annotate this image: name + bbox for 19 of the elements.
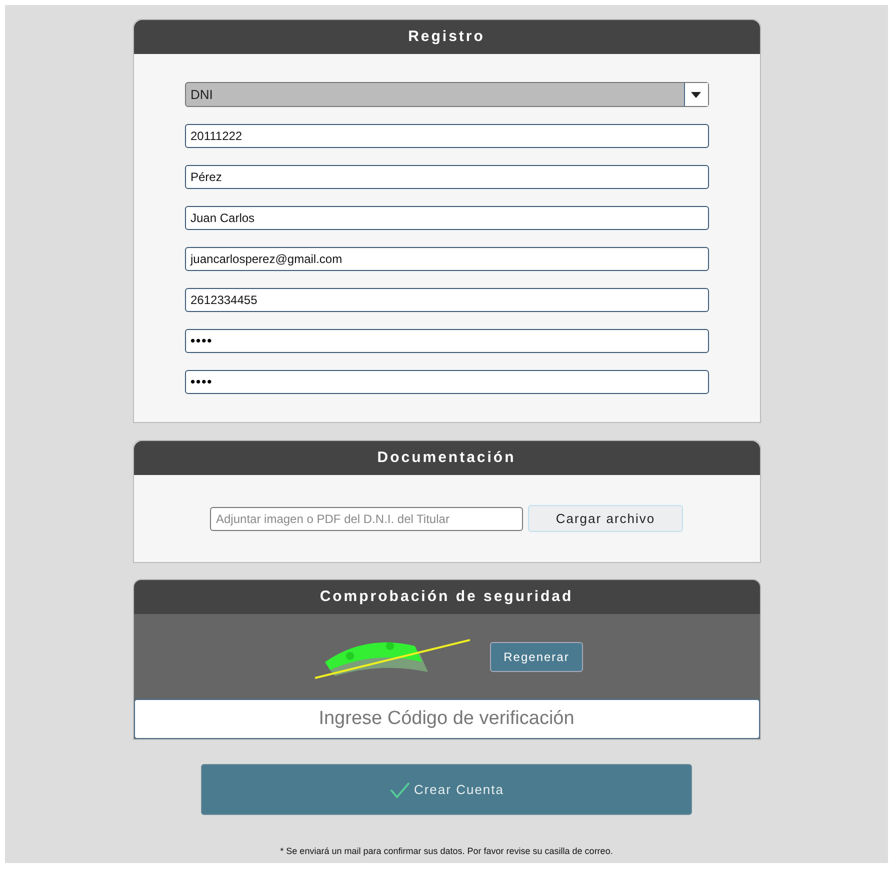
upload-button[interactable]: Cargar archivo — [528, 505, 683, 532]
input-field[interactable]: Juan Carlos — [184, 206, 708, 230]
check-icon — [388, 780, 411, 798]
input-field[interactable]: juancarlosperez@gmail.com — [184, 247, 708, 271]
input-field[interactable]: 2612334455 — [184, 288, 708, 312]
regenerate-button[interactable]: Regenerar — [490, 642, 584, 672]
file-field[interactable]: Adjuntar imagen o PDF del D.N.I. del Titular — [210, 506, 523, 530]
password-field[interactable]: •••• — [184, 329, 708, 353]
verification-code-field[interactable]: Ingrese Código de verificación — [134, 699, 760, 739]
input-field[interactable]: Pérez — [184, 165, 708, 189]
panel-title: Documentación — [377, 448, 516, 468]
panel-title: Comprobación de seguridad — [320, 586, 574, 607]
input-field[interactable]: 20111222 — [184, 124, 708, 148]
document-type-select[interactable]: DNI — [184, 82, 708, 107]
caret-icon — [691, 92, 701, 98]
footnote: * Se enviará un mail para confirmar sus datos. Por favor revise su casilla de correo. — [280, 845, 613, 858]
create-account-button[interactable]: Crear Cuenta — [201, 764, 692, 815]
panel-title: Registro — [408, 26, 485, 47]
password-field[interactable]: •••• — [184, 370, 708, 394]
